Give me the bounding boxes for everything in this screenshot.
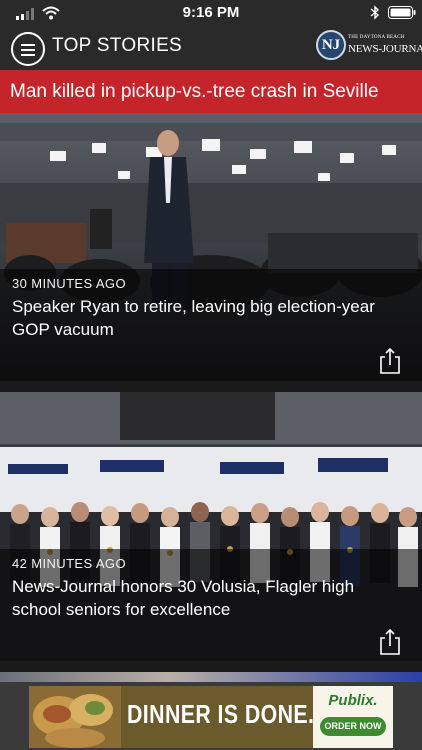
hamburger-menu-button[interactable]	[11, 32, 45, 66]
news-journal-logo[interactable]: NJ THE DAYTONA BEACH NEWS-JOURNAL	[316, 30, 422, 64]
ad-creative[interactable]: DINNER IS DONE. Publix. ORDER NOW	[29, 686, 393, 748]
food-image	[29, 686, 121, 748]
section-title: TOP STORIES	[52, 35, 183, 56]
card-divider	[0, 381, 422, 392]
advertisement-banner[interactable]: DINNER IS DONE. Publix. ORDER NOW	[0, 682, 422, 750]
story-timestamp: 42 MINUTES AGO	[12, 556, 126, 571]
status-bar: 9:16 PM	[0, 0, 422, 26]
story-headline[interactable]: News-Journal honors 30 Volusia, Flagler …	[12, 575, 402, 621]
menu-line-icon	[21, 54, 35, 56]
app-screen: 9:16 PM TOP STORIES NJ THE DAYTONA BEACH…	[0, 0, 422, 750]
share-icon[interactable]	[378, 347, 402, 375]
story-card[interactable]: 30 MINUTES AGO Speaker Ryan to retire, l…	[0, 113, 422, 381]
status-time: 9:16 PM	[182, 4, 240, 21]
menu-line-icon	[21, 49, 35, 51]
breaking-news-banner[interactable]: Man killed in pickup-vs.-tree crash in S…	[0, 70, 422, 113]
card-divider	[0, 661, 422, 672]
story-card[interactable]: 42 MINUTES AGO News-Journal honors 30 Vo…	[0, 392, 422, 661]
logo-monogram: NJ	[316, 30, 346, 60]
ad-brand-panel: Publix. ORDER NOW	[313, 686, 393, 748]
story-timestamp: 30 MINUTES AGO	[12, 276, 126, 291]
publix-logo: Publix.	[328, 692, 378, 709]
logo-tagline: THE DAYTONA BEACH	[348, 35, 405, 40]
share-icon[interactable]	[378, 628, 402, 656]
story-headline[interactable]: Speaker Ryan to retire, leaving big elec…	[12, 295, 402, 341]
menu-line-icon	[21, 44, 35, 46]
bluetooth-icon	[370, 5, 380, 20]
order-now-button[interactable]: ORDER NOW	[320, 717, 386, 736]
next-story-photo-peek[interactable]	[0, 672, 422, 682]
logo-wordmark: NEWS-JOURNAL	[348, 43, 422, 55]
app-header: TOP STORIES NJ THE DAYTONA BEACH NEWS-JO…	[0, 26, 422, 70]
ad-tagline: DINNER IS DONE.	[127, 699, 315, 729]
battery-icon	[388, 6, 416, 19]
